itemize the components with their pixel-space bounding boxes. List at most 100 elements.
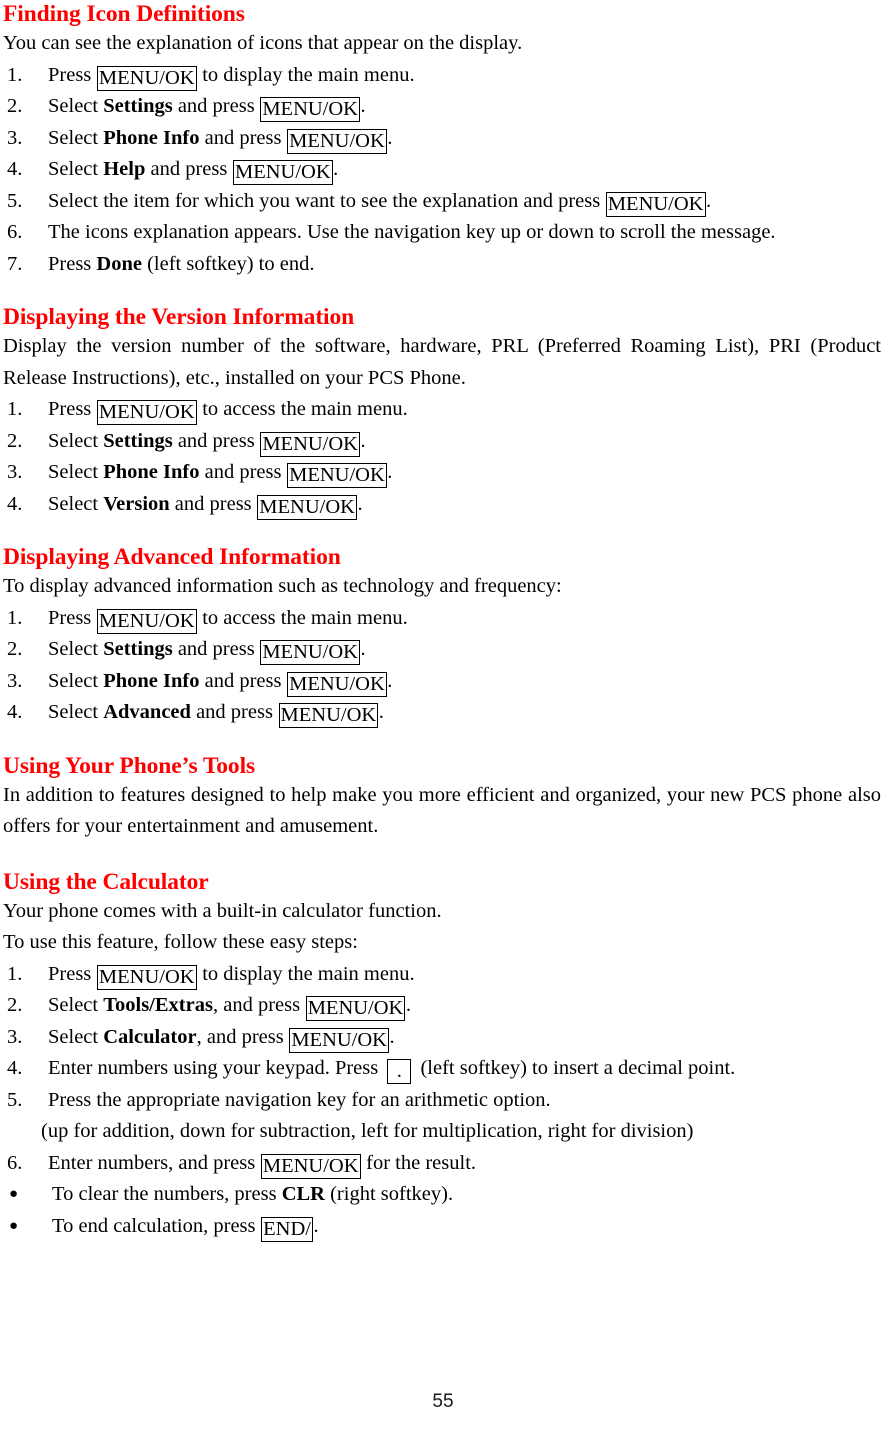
step-text-post: . — [360, 95, 366, 117]
step-text-mid: and press — [172, 429, 260, 452]
list-marker: 2. — [7, 429, 23, 452]
key-label-menu-ok[interactable]: MENU/OK — [257, 494, 357, 520]
step-list-finding-icon-definitions: 1. Press MENU/OK to display the main men… — [3, 60, 883, 281]
step-text-post: . — [405, 994, 411, 1016]
menu-term-version: Version — [103, 492, 170, 515]
softkey-term-clr: CLR — [281, 1183, 325, 1205]
key-label-menu-ok[interactable]: MENU/OK — [96, 400, 197, 425]
list-item: 3. Select Calculator, and press MENU/OK. — [3, 1022, 883, 1054]
menu-term-settings: Settings — [103, 95, 173, 117]
list-item: 5. Press the appropriate navigation key … — [3, 1085, 883, 1117]
list-item: 1. Press MENU/OK to access the main menu… — [3, 603, 883, 635]
bullet-text-mid: (right softkey). — [324, 1183, 454, 1205]
list-marker: 6. — [7, 221, 23, 243]
menu-term-tools-extras: Tools/Extras — [103, 994, 213, 1016]
key-label-menu-ok[interactable]: MENU/OK — [278, 703, 379, 728]
step-text-pre: Select — [48, 429, 104, 452]
key-label-menu-ok[interactable]: MENU/OK — [260, 640, 360, 665]
bullet-text-post: . — [313, 1214, 319, 1237]
key-label-decimal-point[interactable]: . — [387, 1059, 412, 1084]
section-heading-using-the-calculator: Using the Calculator — [3, 868, 209, 895]
list-marker: 3. — [7, 1025, 23, 1048]
key-label-menu-ok[interactable]: MENU/OK — [289, 1027, 389, 1053]
step-text-mid: and press — [169, 492, 257, 515]
list-marker: 2. — [7, 994, 23, 1016]
list-item: 4. Enter numbers using your keypad. Pres… — [3, 1053, 883, 1085]
list-item: 7. Press Done (left softkey) to end. — [3, 249, 883, 281]
step-text-pre: Select — [48, 638, 104, 660]
step-text-pre: Select — [48, 95, 104, 117]
step-text-pre: Select — [48, 701, 104, 723]
key-label-menu-ok[interactable]: MENU/OK — [305, 996, 406, 1021]
menu-term-calculator: Calculator — [103, 1025, 197, 1048]
step-text-pre: Press — [48, 252, 97, 275]
step-text-post: . — [389, 1025, 395, 1048]
key-label-menu-ok[interactable]: MENU/OK — [605, 191, 706, 217]
page-number: 55 — [432, 1391, 454, 1412]
key-label-menu-ok[interactable]: MENU/OK — [287, 128, 387, 154]
menu-term-phone-info: Phone Info — [103, 669, 200, 692]
list-marker: 4. — [7, 701, 23, 723]
list-item: ● To end calculation, press END/. — [3, 1211, 883, 1243]
section-heading-displaying-version-information: Displaying the Version Information — [3, 304, 355, 330]
step-text-pre: Select — [48, 158, 104, 180]
list-item: 1. Press MENU/OK to display the main men… — [3, 959, 883, 991]
key-label-menu-ok[interactable]: MENU/OK — [260, 431, 360, 457]
list-marker: 3. — [7, 461, 23, 483]
step-text-pre: Select — [48, 669, 104, 692]
step-text-mid: and press — [145, 158, 233, 180]
step-text-mid: , and press — [212, 994, 306, 1016]
list-item: 3. Select Phone Info and press MENU/OK. — [3, 666, 883, 698]
bullet-icon: ● — [9, 1186, 19, 1202]
step-text-post: (left softkey) to insert a decimal point… — [415, 1057, 736, 1079]
list-item: 5. Select the item for which you want to… — [3, 186, 883, 218]
menu-term-help: Help — [103, 158, 146, 180]
menu-term-advanced: Advanced — [103, 701, 191, 723]
key-label-menu-ok[interactable]: MENU/OK — [287, 463, 387, 488]
step-text-pre: Press — [48, 606, 97, 629]
list-item: 2. Select Settings and press MENU/OK. — [3, 634, 883, 666]
bullet-text-pre: To end calculation, press — [52, 1214, 261, 1237]
list-marker: 4. — [7, 1057, 23, 1079]
step-text-pre: Select — [48, 1025, 104, 1048]
step-text-mid: (left softkey) to end. — [141, 252, 315, 275]
step-text-post: . — [387, 461, 393, 483]
list-item: 3. Select Phone Info and press MENU/OK. — [3, 123, 883, 155]
list-item: 2. Select Settings and press MENU/OK. — [3, 426, 883, 458]
key-label-menu-ok[interactable]: MENU/OK — [260, 97, 360, 122]
key-label-menu-ok[interactable]: MENU/OK — [232, 160, 333, 185]
key-label-menu-ok[interactable]: MENU/OK — [96, 964, 197, 990]
step-text-post: . — [333, 158, 339, 180]
step-text-pre: Select — [48, 126, 104, 149]
list-marker: 1. — [7, 63, 23, 86]
list-marker: 1. — [7, 962, 23, 985]
step-text-mid: and press — [199, 669, 287, 692]
list-marker: 6. — [7, 1151, 23, 1174]
key-label-end[interactable]: END/ — [261, 1216, 313, 1242]
list-item: 2. Select Settings and press MENU/OK. — [3, 91, 883, 123]
key-label-menu-ok[interactable]: MENU/OK — [96, 65, 197, 91]
step-text-pre: Press the appropriate navigation key for… — [48, 1088, 551, 1111]
step-text-post: . — [387, 669, 393, 692]
step-text-pre: Press — [48, 398, 97, 420]
list-item: 1. Press MENU/OK to access the main menu… — [3, 394, 883, 426]
list-item: 1. Press MENU/OK to display the main men… — [3, 60, 883, 92]
key-label-menu-ok[interactable]: MENU/OK — [96, 608, 197, 634]
bullet-text-pre: To clear the numbers, press — [52, 1183, 282, 1205]
section-intro-using-your-phones-tools: In addition to features designed to help… — [3, 783, 881, 838]
step-text-post: . — [360, 638, 366, 660]
key-label-menu-ok[interactable]: MENU/OK — [287, 671, 387, 697]
key-label-menu-ok[interactable]: MENU/OK — [260, 1153, 361, 1179]
step-text-pre: Enter numbers using your keypad. Press — [48, 1057, 384, 1079]
step-text-mid: , and press — [196, 1025, 289, 1048]
step-text-pre: Select — [48, 461, 104, 483]
step-text-pre: The icons explanation appears. Use the n… — [48, 221, 776, 243]
step-text-pre: Enter numbers, and press — [48, 1151, 261, 1174]
list-marker: 2. — [7, 638, 23, 660]
list-marker: 1. — [7, 606, 23, 629]
section-intro-finding-icon-definitions: You can see the explanation of icons tha… — [3, 32, 523, 54]
step-list-using-the-calculator: 1. Press MENU/OK to display the main men… — [3, 959, 883, 1243]
